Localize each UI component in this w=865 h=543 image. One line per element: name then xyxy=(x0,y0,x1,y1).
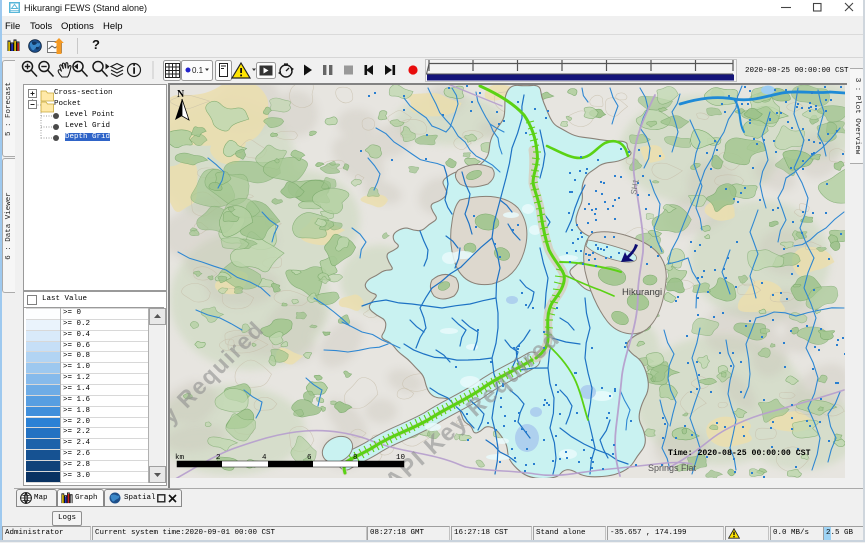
svg-text:N: N xyxy=(177,89,185,100)
svg-text:Time: 2020-08-25 00:00:00 CST: Time: 2020-08-25 00:00:00 CST xyxy=(668,448,811,458)
svg-text:Springs Flat: Springs Flat xyxy=(648,463,697,473)
svg-text:Hikurangi: Hikurangi xyxy=(622,287,662,298)
svg-text:0.1: 0.1 xyxy=(192,66,204,75)
